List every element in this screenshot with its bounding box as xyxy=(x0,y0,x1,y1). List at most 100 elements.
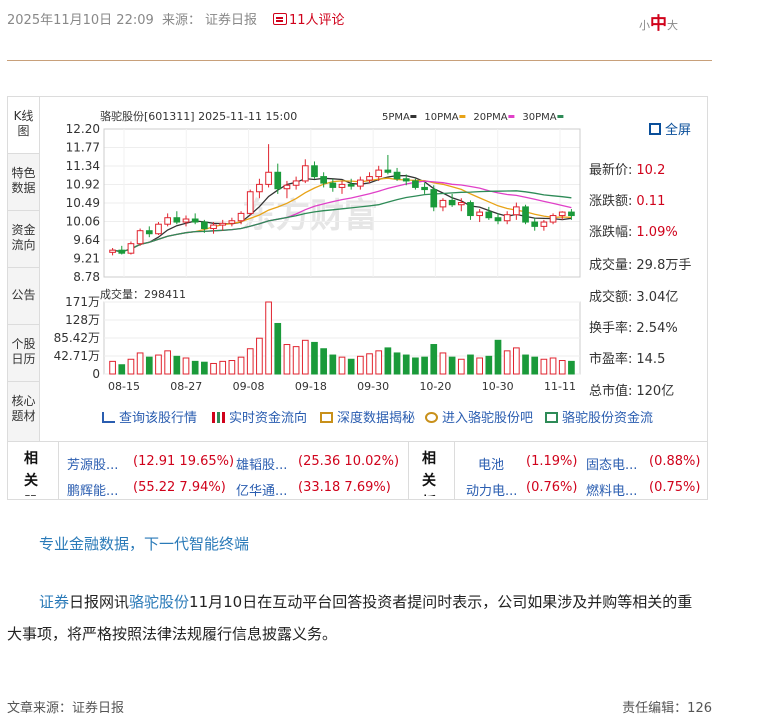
chart-tabs: K线图 特色数据 资金流向 公告 个股日历 核心题材 xyxy=(8,97,40,442)
candle-body xyxy=(558,211,566,217)
bar-chart-icon xyxy=(212,412,225,423)
price-tick: 12.20 xyxy=(66,122,100,136)
price-tick: 10.92 xyxy=(66,178,100,192)
article-footer: 文章来源：证券日报 责任编辑：126 xyxy=(7,697,712,715)
price-tick: 10.06 xyxy=(66,215,100,229)
volume-bar xyxy=(118,364,126,375)
tab-stock-calendar[interactable]: 个股日历 xyxy=(8,325,39,382)
kline-chart[interactable]: 骆驼股份[601311] 2025-11-11 15:00 5PMA 10PMA 2… xyxy=(42,97,602,427)
candle-body xyxy=(357,179,364,187)
candle-body xyxy=(568,211,575,217)
kline-svg: 骆驼股份[601311] 2025-11-11 15:00 5PMA 10PMA 2… xyxy=(54,109,581,393)
legend-swatch xyxy=(508,115,515,118)
volume-bar xyxy=(320,348,327,375)
chart-header: 骆驼股份[601311] 2025-11-11 15:00 xyxy=(100,109,297,123)
candle-body xyxy=(549,215,557,223)
stat-change-pct: 涨跌幅: 1.09% xyxy=(589,225,678,240)
candle-body xyxy=(311,165,318,178)
trend-icon xyxy=(102,412,115,423)
volume-bar xyxy=(274,322,282,375)
candle-body xyxy=(366,176,373,181)
candle-body xyxy=(513,206,520,216)
fullscreen-button[interactable]: 全屏 xyxy=(649,119,691,138)
volume-bar xyxy=(439,352,447,375)
volume-bar xyxy=(503,350,511,375)
link-deep-data[interactable]: 深度数据揭秘 xyxy=(320,407,415,426)
volume-bar xyxy=(375,350,383,375)
link-stock-fund-flow[interactable]: 骆驼股份资金流 xyxy=(545,407,653,426)
stat-pe-ratio: 市盈率: 14.5 xyxy=(589,352,666,367)
date-tick: 09-18 xyxy=(295,380,327,393)
data-icon xyxy=(320,412,333,423)
volume-bar xyxy=(182,357,190,375)
candle-body xyxy=(412,180,419,188)
publish-datetime: 2025年11月10日 22:09 xyxy=(7,13,154,28)
source-label: 来源： xyxy=(162,13,202,28)
related-panel: 相关股 芳源股...(12.91 19.65%) 雄韬股...(25.36 10… xyxy=(7,442,708,500)
font-mid-button[interactable]: 中 xyxy=(650,14,667,34)
header-divider xyxy=(7,60,712,61)
promo-slogan[interactable]: 专业金融数据，下一代智能终端 xyxy=(39,533,249,554)
legend-10pma: 10PMA xyxy=(424,112,458,123)
volume-bar xyxy=(540,358,548,375)
related-separator xyxy=(58,442,59,500)
candle-body xyxy=(228,220,236,224)
stock-quote-panel: K线图 特色数据 资金流向 公告 个股日历 核心题材 骆驼股份[601311] … xyxy=(7,96,708,442)
link-query-quote[interactable]: 查询该股行情 xyxy=(102,407,197,426)
tab-kline[interactable]: K线图 xyxy=(8,97,39,154)
source-name[interactable]: 证券日报 xyxy=(205,9,257,28)
volume-tick: 85.42万 xyxy=(54,331,100,345)
article-link-stock[interactable]: 骆驼股份 xyxy=(129,593,189,611)
tab-featured-data[interactable]: 特色数据 xyxy=(8,154,39,211)
candle-body xyxy=(402,178,410,182)
tab-announcement[interactable]: 公告 xyxy=(8,268,39,325)
font-large-button[interactable]: 大 xyxy=(667,19,678,32)
tab-fund-flow[interactable]: 资金流向 xyxy=(8,211,39,268)
candle-body xyxy=(274,171,282,190)
font-small-button[interactable]: 小 xyxy=(639,19,650,32)
volume-bar xyxy=(531,356,539,375)
legend-5pma: 5PMA xyxy=(382,112,410,123)
article-link-securities[interactable]: 证券 xyxy=(39,593,69,611)
comment-icon xyxy=(273,13,287,25)
legend-30pma: 30PMA xyxy=(522,112,556,123)
volume-bar xyxy=(237,356,245,375)
link-stock-forum[interactable]: 进入骆驼股份吧 xyxy=(425,407,533,426)
volume-bar xyxy=(301,339,309,375)
candle-body xyxy=(485,211,493,219)
candle-body xyxy=(467,202,474,217)
volume-bar xyxy=(292,346,300,375)
candle-body xyxy=(173,217,181,223)
volume-bar xyxy=(265,301,272,375)
volume-bar xyxy=(522,354,529,375)
link-fund-flow[interactable]: 实时资金流向 xyxy=(212,407,307,426)
stat-volume: 成交量: 29.8万手 xyxy=(589,258,692,273)
candle-body xyxy=(237,212,245,222)
candle-body xyxy=(283,184,291,190)
volume-bar xyxy=(311,341,318,375)
stat-turnover: 成交额: 3.04亿 xyxy=(589,290,679,305)
font-size-switch: 小中大 xyxy=(639,9,678,34)
volume-tick: 128万 xyxy=(65,313,100,327)
candle-body xyxy=(540,221,548,227)
candle-body xyxy=(182,218,190,223)
volume-bar xyxy=(210,362,217,375)
volume-bar xyxy=(228,360,236,375)
volume-bar xyxy=(448,356,456,375)
legend-swatch xyxy=(410,115,417,118)
stat-change: 涨跌额: 0.11 xyxy=(589,194,666,209)
tab-core-theme[interactable]: 核心题材 xyxy=(8,382,39,442)
volume-bar xyxy=(145,356,153,375)
date-tick: 08-15 xyxy=(108,380,140,393)
volume-bar xyxy=(494,339,502,375)
date-tick: 10-30 xyxy=(482,380,514,393)
volume-bar xyxy=(430,344,438,375)
candle-body xyxy=(292,180,300,186)
volume-bar xyxy=(393,352,401,375)
candle-body xyxy=(109,249,116,253)
candle-body xyxy=(375,169,383,178)
volume-bar xyxy=(357,355,364,375)
comment-link[interactable]: 11人评论 xyxy=(273,9,345,28)
price-tick: 11.77 xyxy=(66,141,100,155)
candle-body xyxy=(320,176,327,184)
